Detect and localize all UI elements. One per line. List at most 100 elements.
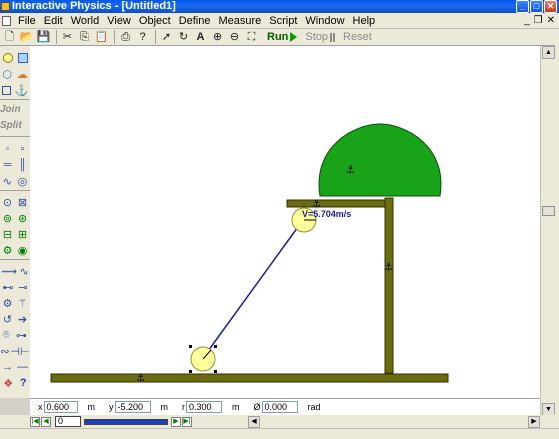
close-button[interactable]: ✕: [544, 0, 557, 13]
rectangle-tool-icon[interactable]: [17, 53, 28, 63]
open-folder-icon[interactable]: 📂: [19, 30, 34, 45]
doc-close-button[interactable]: ✕: [547, 15, 555, 26]
anchor-tool-icon[interactable]: ⚓: [14, 84, 28, 97]
menu-file[interactable]: File: [15, 13, 41, 29]
rotational-damper-icon[interactable]: ⊸: [18, 281, 27, 294]
vertical-post[interactable]: [384, 197, 394, 374]
paste-icon[interactable]: 📋: [94, 30, 109, 45]
ground-platform[interactable]: [50, 373, 449, 383]
zoom-fit-icon[interactable]: ⛶: [244, 30, 259, 45]
vertical-scrollbar[interactable]: ▲ ▼: [540, 46, 555, 416]
motor-icon[interactable]: ⌾: [3, 329, 10, 342]
pin-joint-icon[interactable]: ⊙: [3, 196, 12, 209]
help-pointer-icon[interactable]: ?: [135, 30, 150, 45]
custom-tool-icon[interactable]: ❖: [3, 377, 13, 390]
horizontal-scrollbar[interactable]: ◀ ▶: [248, 416, 540, 428]
curved-body-tool-icon[interactable]: ☁: [17, 68, 28, 81]
curved-slot-joint-icon[interactable]: ⊛: [18, 212, 27, 225]
curved-slot-icon[interactable]: ∿: [3, 175, 12, 188]
anchor-icon[interactable]: ⚓: [136, 373, 145, 384]
join-button[interactable]: Join: [0, 104, 30, 115]
menu-edit[interactable]: Edit: [41, 13, 68, 29]
zoom-in-icon[interactable]: ⊕: [210, 30, 225, 45]
window-title-bar[interactable]: Interactive Physics - [Untitled1] _ □ ✕: [0, 0, 559, 13]
menu-view[interactable]: View: [104, 13, 136, 29]
maximize-button[interactable]: □: [530, 0, 543, 13]
rope[interactable]: [202, 219, 304, 359]
reset-button[interactable]: Reset: [343, 31, 372, 43]
split-button[interactable]: Split: [0, 120, 30, 131]
selection-handle[interactable]: [214, 370, 217, 373]
doc-restore-button[interactable]: ❐: [534, 15, 543, 26]
new-file-icon[interactable]: 🗋: [2, 30, 17, 45]
menu-window[interactable]: Window: [302, 13, 349, 29]
fast-forward-icon[interactable]: ▶|: [182, 416, 192, 427]
angle-field[interactable]: 0.000: [261, 401, 298, 413]
tree-canopy[interactable]: [318, 123, 442, 197]
scroll-up-button[interactable]: ▲: [542, 46, 555, 59]
step-back-icon[interactable]: ◀: [41, 416, 51, 427]
vertical-scroll-thumb[interactable]: [542, 206, 555, 216]
x-field[interactable]: 0.600: [43, 401, 78, 413]
anchor-icon[interactable]: ⚓: [384, 262, 393, 273]
menu-script[interactable]: Script: [266, 13, 302, 29]
y-field[interactable]: -5.200: [114, 401, 151, 413]
menu-object[interactable]: Object: [136, 13, 176, 29]
damper-icon[interactable]: ∿: [20, 265, 29, 278]
menu-define[interactable]: Define: [176, 13, 216, 29]
torque-icon[interactable]: →: [2, 361, 13, 373]
keyed-slot-joint-icon[interactable]: ⊚: [3, 212, 12, 225]
stop-button[interactable]: Stop: [305, 31, 336, 43]
print-icon[interactable]: ⎙: [118, 30, 133, 45]
run-button[interactable]: Run: [267, 31, 298, 43]
frame-number-field[interactable]: 0: [55, 416, 81, 427]
step-forward-icon[interactable]: ▶: [171, 416, 181, 427]
vertical-slot-icon[interactable]: ║: [19, 159, 27, 171]
separator-icon[interactable]: ⚚: [18, 297, 28, 310]
zoom-out-icon[interactable]: ⊖: [227, 30, 242, 45]
rewind-to-start-icon[interactable]: |◀: [30, 416, 40, 427]
document-icon[interactable]: [2, 15, 11, 26]
cut-icon[interactable]: ✂: [60, 30, 75, 45]
doc-minimize-button[interactable]: _: [524, 15, 530, 26]
spring-icon[interactable]: ⟿: [1, 265, 17, 278]
line-tool-icon[interactable]: —: [17, 361, 28, 373]
square-point-tool-icon[interactable]: ▫: [21, 143, 25, 155]
rotate-icon[interactable]: ↻: [176, 30, 191, 45]
menu-measure[interactable]: Measure: [215, 13, 266, 29]
selection-handle[interactable]: [214, 345, 217, 348]
arrow-select-icon[interactable]: ➚: [159, 30, 174, 45]
force-icon[interactable]: ➔: [18, 313, 27, 326]
scroll-left-button[interactable]: ◀: [248, 416, 260, 428]
keyed-joint-icon[interactable]: ⊟: [3, 228, 12, 241]
gear-joint-icon[interactable]: ⚙: [3, 244, 13, 257]
horizontal-slot-icon[interactable]: ═: [4, 159, 12, 171]
save-icon[interactable]: 💾: [36, 30, 51, 45]
minimize-button[interactable]: _: [516, 0, 529, 13]
selection-handle[interactable]: [189, 345, 192, 348]
circle-tool-icon[interactable]: [2, 53, 13, 63]
pulley-icon[interactable]: ↺: [3, 313, 12, 326]
rope-tool-icon[interactable]: ∾: [0, 345, 9, 358]
simulation-canvas[interactable]: ⚓ ⚓ ⚓ ⚓ V=5.704m/s: [30, 46, 540, 398]
spiral-joint-icon[interactable]: ◉: [18, 244, 28, 257]
rotational-spring-icon[interactable]: ⊷: [2, 281, 13, 294]
scroll-right-button[interactable]: ▶: [528, 416, 540, 428]
closed-slot-icon[interactable]: ◎: [18, 175, 28, 188]
point-tool-icon[interactable]: ◦: [6, 143, 10, 155]
r-field[interactable]: 0.300: [186, 401, 222, 413]
help-tool-icon[interactable]: ?: [20, 377, 27, 389]
selection-handle[interactable]: [189, 370, 192, 373]
horizontal-beam[interactable]: [286, 199, 386, 208]
menu-world[interactable]: World: [68, 13, 105, 29]
tape-slider[interactable]: [84, 418, 168, 425]
curved-joint-icon[interactable]: ⊞: [18, 228, 27, 241]
polygon-tool-icon[interactable]: ⬡: [2, 68, 12, 81]
simulation-workspace[interactable]: ⚓ ⚓ ⚓ ⚓ V=5.704m/s: [30, 46, 540, 398]
rigid-joint-icon[interactable]: ⊠: [18, 196, 27, 209]
square-tool-icon[interactable]: [1, 85, 11, 95]
anchor-icon[interactable]: ⚓: [346, 165, 355, 176]
actuator-icon[interactable]: ⊶: [16, 329, 27, 342]
rope-icon[interactable]: ⚙: [3, 297, 13, 310]
text-tool-icon[interactable]: A: [193, 30, 208, 45]
